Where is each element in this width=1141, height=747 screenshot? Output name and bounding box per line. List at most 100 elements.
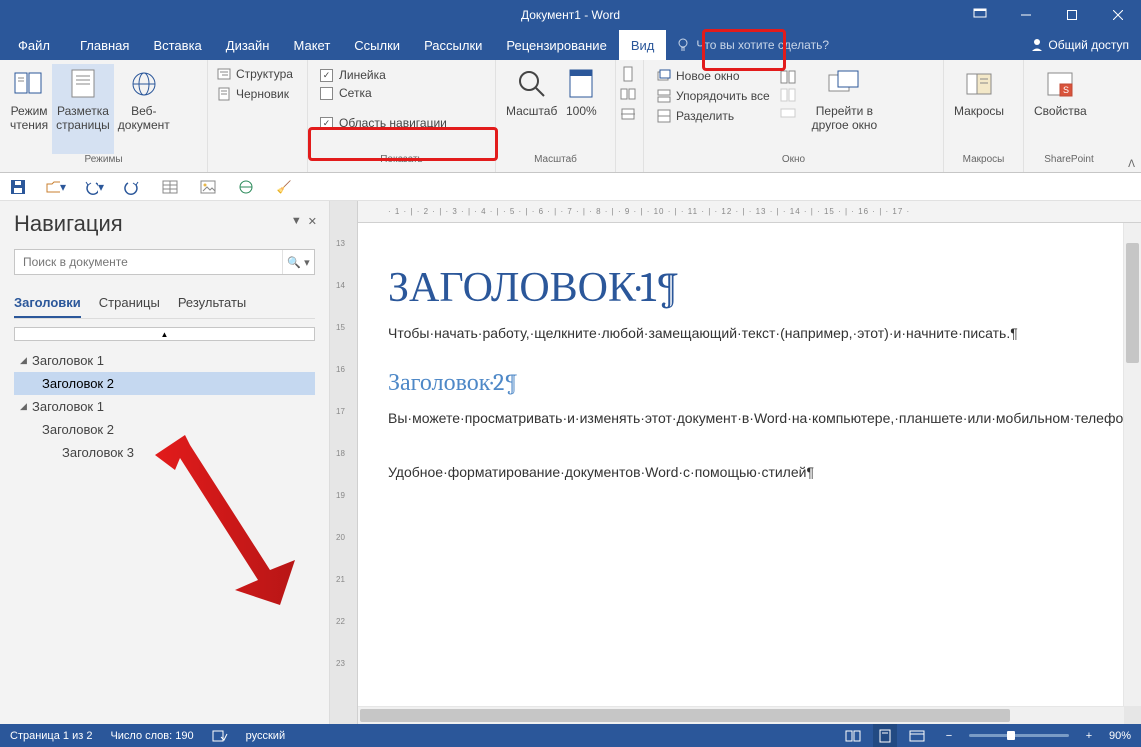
tree-node[interactable]: Заголовок 2 [14, 372, 315, 395]
spell-check-icon[interactable] [212, 729, 228, 743]
undo-button[interactable]: ▾ [84, 177, 104, 197]
tell-me[interactable]: Что вы хотите сделать? [666, 30, 839, 60]
document-area: · 1 · | · 2 · | · 3 · | · 4 · | · 5 · | … [330, 201, 1141, 724]
results-tab[interactable]: Результаты [178, 289, 246, 318]
sync-scroll-icon[interactable] [780, 88, 796, 102]
open-button[interactable]: ▾ [46, 177, 66, 197]
page-indicator[interactable]: Страница 1 из 2 [10, 730, 92, 742]
arrange-all-button[interactable]: Упорядочить все [650, 86, 776, 106]
checkbox-icon [320, 117, 333, 130]
person-icon [1030, 38, 1044, 52]
multi-page-icon[interactable] [620, 86, 639, 102]
web-layout-view-button[interactable] [905, 724, 929, 747]
search-button[interactable]: 🔍 ▾ [282, 250, 314, 274]
group-label-views: Режимы [0, 154, 207, 172]
navigation-close-button[interactable]: ✕ [308, 215, 317, 228]
page-layout-icon [67, 68, 99, 100]
print-layout-view-button[interactable] [873, 724, 897, 747]
heading-1: ЗАГОЛОВОК·1¶ [388, 263, 1093, 312]
properties-button[interactable]: S Свойства [1030, 64, 1091, 154]
split-button[interactable]: Разделить [650, 106, 776, 126]
horizontal-scrollbar[interactable] [358, 707, 1124, 724]
navigation-pane: ▼ ✕ Навигация 🔍 ▾ Заголовки Страницы Рез… [0, 201, 330, 724]
side-by-side-icon[interactable] [780, 70, 796, 84]
menu-bar: Файл Главная Вставка Дизайн Макет Ссылки… [0, 30, 1141, 60]
zoom-button[interactable]: Масштаб [502, 64, 561, 154]
collapse-bar[interactable]: ▲ [14, 327, 315, 341]
table-button[interactable] [160, 177, 180, 197]
tree-node[interactable]: Заголовок 2 [14, 418, 315, 441]
switch-windows-button[interactable]: Перейти в другое окно [808, 64, 882, 154]
word-count[interactable]: Число слов: 190 [110, 730, 193, 742]
new-window-icon [656, 68, 672, 84]
link-button[interactable] [236, 177, 256, 197]
reading-icon [13, 68, 45, 100]
tab-file[interactable]: Файл [0, 30, 68, 60]
group-label-zoom: Масштаб [496, 154, 615, 172]
tab-mailings[interactable]: Рассылки [412, 30, 494, 60]
minimize-button[interactable] [1003, 0, 1049, 30]
horizontal-ruler[interactable]: · 1 · | · 2 · | · 3 · | · 4 · | · 5 · | … [358, 201, 1141, 223]
language-indicator[interactable]: русский [246, 730, 285, 742]
split-icon [656, 108, 672, 124]
maximize-button[interactable] [1049, 0, 1095, 30]
vertical-ruler[interactable]: 13 14 15 16 17 18 19 20 21 22 23 [330, 201, 358, 724]
scrollbar-thumb[interactable] [1126, 243, 1139, 363]
collapse-ribbon-button[interactable]: ᐱ [1128, 159, 1135, 170]
headings-tree: ◢Заголовок 1 Заголовок 2 ◢Заголовок 1 За… [14, 349, 315, 464]
tab-home[interactable]: Главная [68, 30, 141, 60]
one-page-icon[interactable] [620, 66, 639, 82]
scrollbar-thumb[interactable] [360, 709, 1010, 722]
window-controls [957, 0, 1141, 30]
macros-button[interactable]: Макросы [950, 64, 1008, 154]
draft-button[interactable]: Черновик [210, 84, 305, 104]
tab-view[interactable]: Вид [619, 30, 667, 60]
gridlines-checkbox[interactable]: Сетка [314, 84, 489, 102]
reset-position-icon[interactable] [780, 106, 796, 120]
save-button[interactable] [8, 177, 28, 197]
zoom-100-button[interactable]: 100% [561, 64, 601, 154]
structure-button[interactable]: Структура [210, 64, 305, 84]
share-button[interactable]: Общий доступ [1018, 30, 1141, 60]
zoom-out-button[interactable]: − [937, 724, 961, 747]
tab-insert[interactable]: Вставка [141, 30, 213, 60]
zoom-thumb[interactable] [1007, 731, 1015, 740]
zoom-in-button[interactable]: + [1077, 724, 1101, 747]
document-page[interactable]: ЗАГОЛОВОК·1¶ Чтобы·начать·работу,·щелкни… [358, 223, 1123, 706]
tab-design[interactable]: Дизайн [214, 30, 282, 60]
redo-button[interactable] [122, 177, 142, 197]
pages-tab[interactable]: Страницы [99, 289, 160, 318]
search-input[interactable] [15, 250, 282, 274]
tree-node[interactable]: ◢Заголовок 1 [14, 349, 315, 372]
navigation-pane-checkbox[interactable]: Область навигации [314, 114, 489, 132]
group-label-sharepoint: SharePoint [1024, 154, 1114, 172]
tab-layout[interactable]: Макет [281, 30, 342, 60]
tab-review[interactable]: Рецензирование [494, 30, 618, 60]
navigation-dropdown-icon[interactable]: ▼ [291, 215, 302, 228]
page-layout-button[interactable]: Разметка страницы [52, 64, 114, 154]
tab-references[interactable]: Ссылки [342, 30, 412, 60]
ruler-checkbox[interactable]: Линейка [314, 66, 489, 84]
picture-button[interactable] [198, 177, 218, 197]
tree-node[interactable]: Заголовок 3 [14, 441, 315, 464]
web-icon [128, 68, 160, 100]
reading-mode-button[interactable]: Режим чтения [6, 64, 52, 154]
svg-text:S: S [1063, 85, 1069, 95]
web-layout-button[interactable]: Веб- документ [114, 64, 174, 154]
arrange-icon [656, 88, 672, 104]
vertical-scrollbar[interactable] [1124, 223, 1141, 706]
zoom-slider[interactable] [969, 734, 1069, 737]
eraser-button[interactable]: 🧹 [274, 177, 294, 197]
zoom-level[interactable]: 90% [1109, 730, 1131, 742]
ribbon-options-icon[interactable] [957, 0, 1003, 30]
close-button[interactable] [1095, 0, 1141, 30]
page-width-icon[interactable] [620, 106, 639, 122]
checkbox-icon [320, 69, 333, 82]
navigation-tabs: Заголовки Страницы Результаты [14, 289, 315, 319]
main-area: ▼ ✕ Навигация 🔍 ▾ Заголовки Страницы Рез… [0, 201, 1141, 724]
read-mode-view-button[interactable] [841, 724, 865, 747]
headings-tab[interactable]: Заголовки [14, 289, 81, 318]
new-window-button[interactable]: Новое окно [650, 66, 776, 86]
tree-node[interactable]: ◢Заголовок 1 [14, 395, 315, 418]
paragraph: Вы·можете·просматривать·и·изменять·этот·… [388, 407, 1093, 431]
